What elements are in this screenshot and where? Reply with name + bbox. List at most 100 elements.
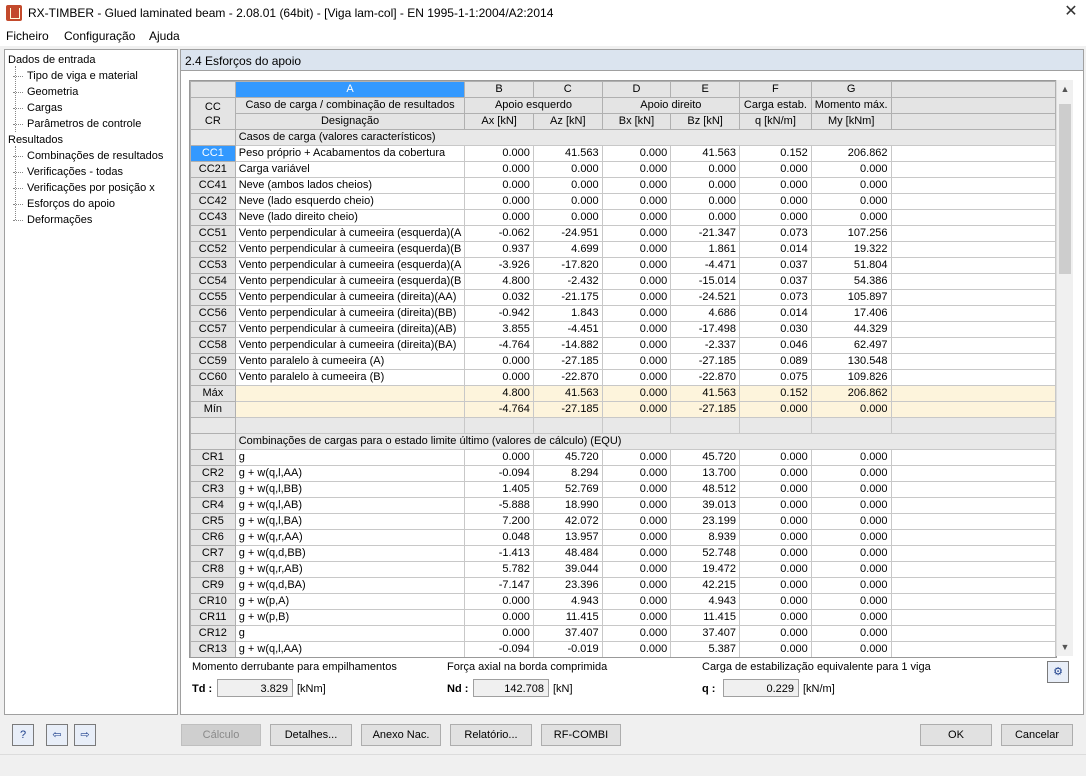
value-c[interactable]: -21.175 bbox=[532, 289, 603, 306]
help-icon[interactable]: ? bbox=[12, 724, 34, 746]
value-d[interactable]: 0.000 bbox=[601, 305, 672, 322]
table-row[interactable]: CR4 g + w(q,l,AB) -5.888 18.990 0.000 39.013 0… bbox=[190, 497, 1056, 514]
value-g[interactable]: 17.406 bbox=[810, 305, 892, 322]
value-f[interactable]: 0.000 bbox=[739, 625, 812, 642]
value-b[interactable]: -0.094 bbox=[464, 465, 534, 482]
value-d[interactable]: 0.000 bbox=[601, 465, 672, 482]
value-e[interactable]: -4.471 bbox=[670, 257, 741, 274]
value-g[interactable]: 54.386 bbox=[810, 273, 892, 290]
table-row[interactable]: CC59 Vento paralelo à cumeeira (A) 0.000 -2… bbox=[190, 353, 1056, 370]
value-d[interactable]: 0.000 bbox=[601, 145, 672, 162]
row-id[interactable]: CC53 bbox=[190, 257, 236, 274]
value-e[interactable]: 0.000 bbox=[670, 193, 741, 210]
value-d[interactable]: 0.000 bbox=[601, 289, 672, 306]
value-b[interactable]: 0.937 bbox=[464, 241, 534, 258]
value-f[interactable]: 0.000 bbox=[739, 177, 812, 194]
value-e[interactable]: 42.215 bbox=[670, 577, 741, 594]
value-d[interactable]: 0.000 bbox=[601, 545, 672, 562]
row-id[interactable]: CC55 bbox=[190, 289, 236, 306]
row-id[interactable]: CR12 bbox=[190, 625, 236, 642]
rf-combi-button[interactable]: RF-COMBI bbox=[541, 724, 621, 746]
row-name[interactable]: Carga variável bbox=[234, 161, 466, 178]
value-b[interactable]: -0.942 bbox=[464, 305, 534, 322]
value-g[interactable]: 0.000 bbox=[810, 577, 892, 594]
table-row[interactable]: CC41 Neve (ambos lados cheios) 0.000 0.000 0… bbox=[190, 177, 1056, 194]
value-g[interactable]: 0.000 bbox=[810, 193, 892, 210]
value-d[interactable]: 0.000 bbox=[601, 321, 672, 338]
table-row[interactable]: Máx 4.800 41.563 0.000 41.563 0.152 206.862 bbox=[190, 385, 1056, 402]
value-d[interactable]: 0.000 bbox=[601, 577, 672, 594]
value-b[interactable]: 0.000 bbox=[464, 193, 534, 210]
nav-item-geometry[interactable]: Geometria bbox=[12, 86, 78, 98]
row-id[interactable]: CC59 bbox=[190, 353, 236, 370]
row-name[interactable]: g + w(q,l,AA) bbox=[234, 641, 466, 657]
value-e[interactable]: 0.000 bbox=[670, 209, 741, 226]
value-c[interactable]: 42.072 bbox=[532, 513, 603, 530]
report-button[interactable]: Relatório... bbox=[450, 724, 532, 746]
scroll-thumb[interactable] bbox=[1059, 104, 1071, 274]
value-e[interactable]: -15.014 bbox=[670, 273, 741, 290]
value-b[interactable]: -5.888 bbox=[464, 497, 534, 514]
value-f[interactable]: 0.073 bbox=[739, 225, 812, 242]
value-b[interactable]: 0.000 bbox=[464, 593, 534, 610]
close-icon[interactable]: ✕ bbox=[1060, 2, 1082, 22]
value-b[interactable]: 4.800 bbox=[464, 273, 534, 290]
table-row[interactable]: CR12 g 0.000 37.407 0.000 37.407 0.000 0.000 bbox=[190, 625, 1056, 642]
row-name[interactable]: g + w(q,l,AB) bbox=[234, 497, 466, 514]
row-id[interactable]: CC1 bbox=[190, 145, 236, 162]
row-id[interactable]: CC54 bbox=[190, 273, 236, 290]
value-c[interactable]: 1.843 bbox=[532, 305, 603, 322]
value-c[interactable]: -24.951 bbox=[532, 225, 603, 242]
column-letter[interactable]: C bbox=[532, 81, 603, 98]
value-c[interactable]: 0.000 bbox=[532, 209, 603, 226]
value-c[interactable]: -14.882 bbox=[532, 337, 603, 354]
value-f[interactable]: 0.030 bbox=[739, 321, 812, 338]
value-g[interactable]: 51.804 bbox=[810, 257, 892, 274]
row-name[interactable]: g + w(q,l,AA) bbox=[234, 465, 466, 482]
row-id[interactable]: CC56 bbox=[190, 305, 236, 322]
table-row[interactable]: CC1 Peso próprio + Acabamentos da cobertu… bbox=[190, 145, 1056, 162]
value-b[interactable]: 0.000 bbox=[464, 625, 534, 642]
value-b[interactable]: 7.200 bbox=[464, 513, 534, 530]
value-b[interactable]: -4.764 bbox=[464, 337, 534, 354]
row-name[interactable]: g + w(q,d,BA) bbox=[234, 577, 466, 594]
value-d[interactable]: 0.000 bbox=[601, 385, 672, 402]
row-id[interactable]: CR4 bbox=[190, 497, 236, 514]
value-d[interactable]: 0.000 bbox=[601, 273, 672, 290]
value-d[interactable]: 0.000 bbox=[601, 241, 672, 258]
nav-item-checks-all[interactable]: Verificações - todas bbox=[13, 166, 123, 178]
value-d[interactable]: 0.000 bbox=[601, 177, 672, 194]
value-c[interactable]: -27.185 bbox=[532, 353, 603, 370]
value-e[interactable]: -24.521 bbox=[670, 289, 741, 306]
value-c[interactable]: 39.044 bbox=[532, 561, 603, 578]
nav-item-deformations[interactable]: Deformações bbox=[12, 214, 92, 226]
settings-icon[interactable]: ⚙ bbox=[1047, 661, 1069, 683]
value-d[interactable]: 0.000 bbox=[601, 257, 672, 274]
value-g[interactable]: 44.329 bbox=[810, 321, 892, 338]
ok-button[interactable]: OK bbox=[920, 724, 992, 746]
row-name[interactable]: Vento perpendicular à cumeeira (esquerda… bbox=[234, 241, 466, 258]
value-g[interactable]: 130.548 bbox=[810, 353, 892, 370]
value-e[interactable]: -2.337 bbox=[670, 337, 741, 354]
cancel-button[interactable]: Cancelar bbox=[1001, 724, 1073, 746]
row-name[interactable]: g + w(q,d,BB) bbox=[234, 545, 466, 562]
table-row[interactable]: CC53 Vento perpendicular à cumeeira (esqu… bbox=[190, 257, 1056, 274]
value-e[interactable]: -27.185 bbox=[670, 401, 741, 418]
row-id[interactable]: CR2 bbox=[190, 465, 236, 482]
column-letter[interactable]: E bbox=[670, 81, 741, 98]
row-id[interactable]: CC52 bbox=[190, 241, 236, 258]
table-row[interactable]: CC51 Vento perpendicular à cumeeira (esqu… bbox=[190, 225, 1056, 242]
value-b[interactable]: 0.032 bbox=[464, 289, 534, 306]
value-c[interactable]: 8.294 bbox=[532, 465, 603, 482]
value-e[interactable]: -17.498 bbox=[670, 321, 741, 338]
value-e[interactable]: 13.700 bbox=[670, 465, 741, 482]
value-d[interactable]: 0.000 bbox=[601, 481, 672, 498]
row-name[interactable]: Vento perpendicular à cumeeira (direita)… bbox=[234, 305, 466, 322]
value-g[interactable]: 0.000 bbox=[810, 545, 892, 562]
value-e[interactable]: 4.686 bbox=[670, 305, 741, 322]
value-c[interactable]: 37.407 bbox=[532, 625, 603, 642]
row-id[interactable]: CR9 bbox=[190, 577, 236, 594]
row-id[interactable]: CR7 bbox=[190, 545, 236, 562]
value-g[interactable]: 0.000 bbox=[810, 625, 892, 642]
value-f[interactable]: 0.000 bbox=[739, 561, 812, 578]
